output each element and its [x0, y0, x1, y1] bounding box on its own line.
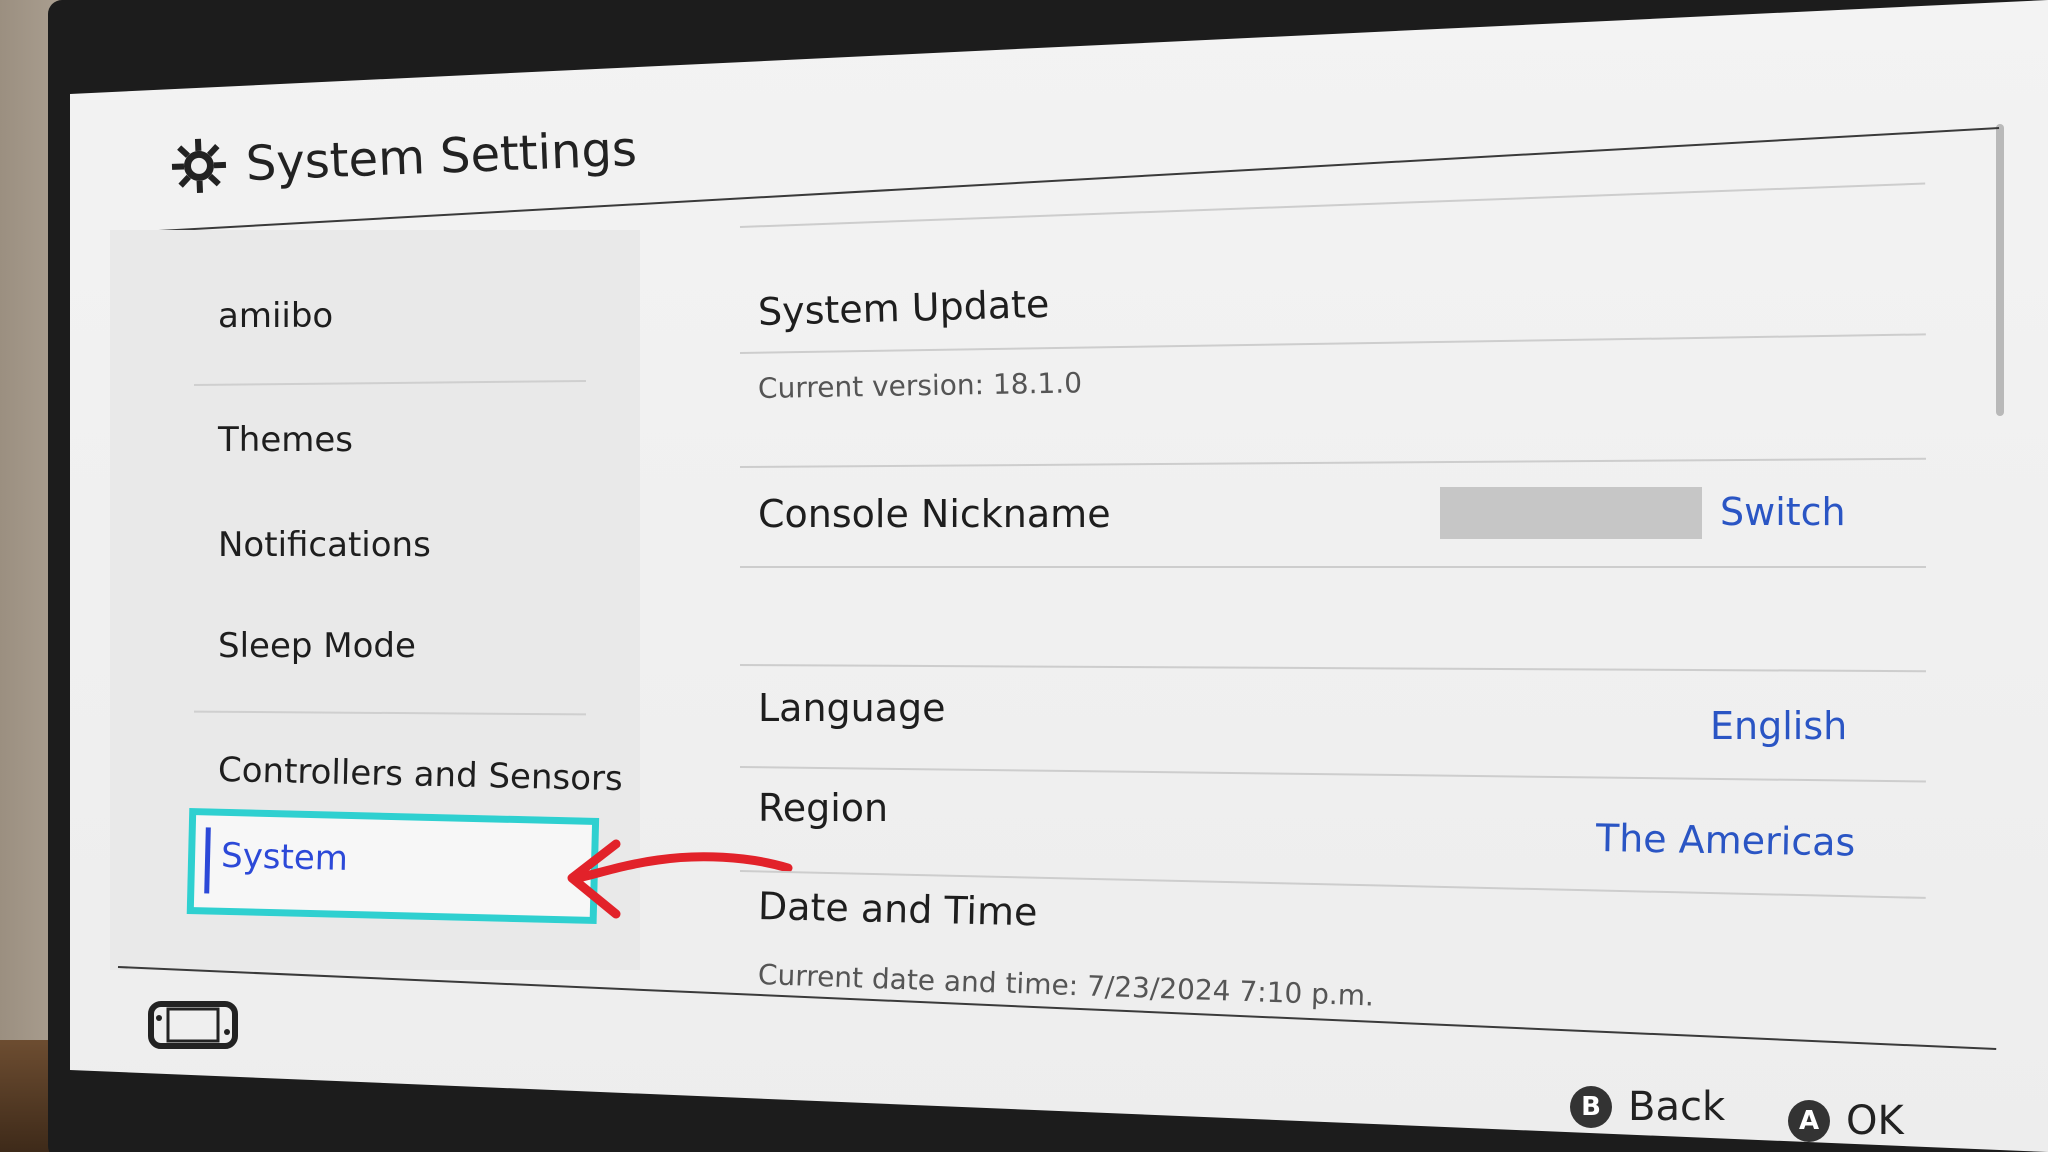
sidebar-item-notifications[interactable]: Notifications [218, 525, 431, 565]
sidebar-item-label: System [220, 835, 349, 879]
ok-label: OK [1846, 1098, 1904, 1144]
current-date-time-text: Current date and time: 7/23/2024 7:10 p.… [757, 958, 1375, 1013]
divider [739, 664, 1926, 673]
region-button[interactable]: Region [758, 786, 888, 830]
sidebar-item-themes[interactable]: Themes [218, 420, 353, 460]
system-update-button[interactable]: System Update [757, 282, 1050, 334]
date-and-time-button[interactable]: Date and Time [758, 884, 1038, 934]
back-label: Back [1628, 1084, 1726, 1130]
ok-hint[interactable]: A OK [1788, 1098, 1904, 1144]
page-title: System Settings [244, 121, 638, 193]
tv-screen: System Settings amiibo Themes Notificati… [70, 0, 2048, 1152]
language-button[interactable]: Language [758, 686, 946, 730]
scrollbar[interactable] [1996, 124, 2004, 416]
divider [740, 566, 1926, 568]
page-header: System Settings [169, 120, 638, 196]
divider [739, 333, 1926, 354]
b-button-icon: B [1570, 1086, 1612, 1128]
handheld-console-icon [148, 1001, 238, 1049]
selection-indicator [204, 827, 211, 894]
sidebar-item-amiibo[interactable]: amiibo [218, 296, 333, 336]
current-version-text: Current version: 18.1.0 [757, 366, 1083, 405]
photo-scene: System Settings amiibo Themes Notificati… [0, 0, 2048, 1152]
sidebar-item-system[interactable]: System [186, 808, 600, 925]
nickname-value: Switch [1720, 490, 1846, 534]
divider [739, 457, 1926, 468]
gear-icon [169, 136, 229, 196]
console-nickname-button[interactable]: Console Nickname [758, 492, 1111, 536]
region-value: The Americas [1595, 816, 1856, 865]
language-value: English [1710, 704, 1848, 748]
nickname-redacted-box [1440, 487, 1702, 539]
back-hint[interactable]: B Back [1570, 1084, 1725, 1130]
a-button-icon: A [1788, 1100, 1830, 1142]
sidebar-item-sleep-mode[interactable]: Sleep Mode [218, 626, 416, 666]
divider [739, 766, 1926, 783]
